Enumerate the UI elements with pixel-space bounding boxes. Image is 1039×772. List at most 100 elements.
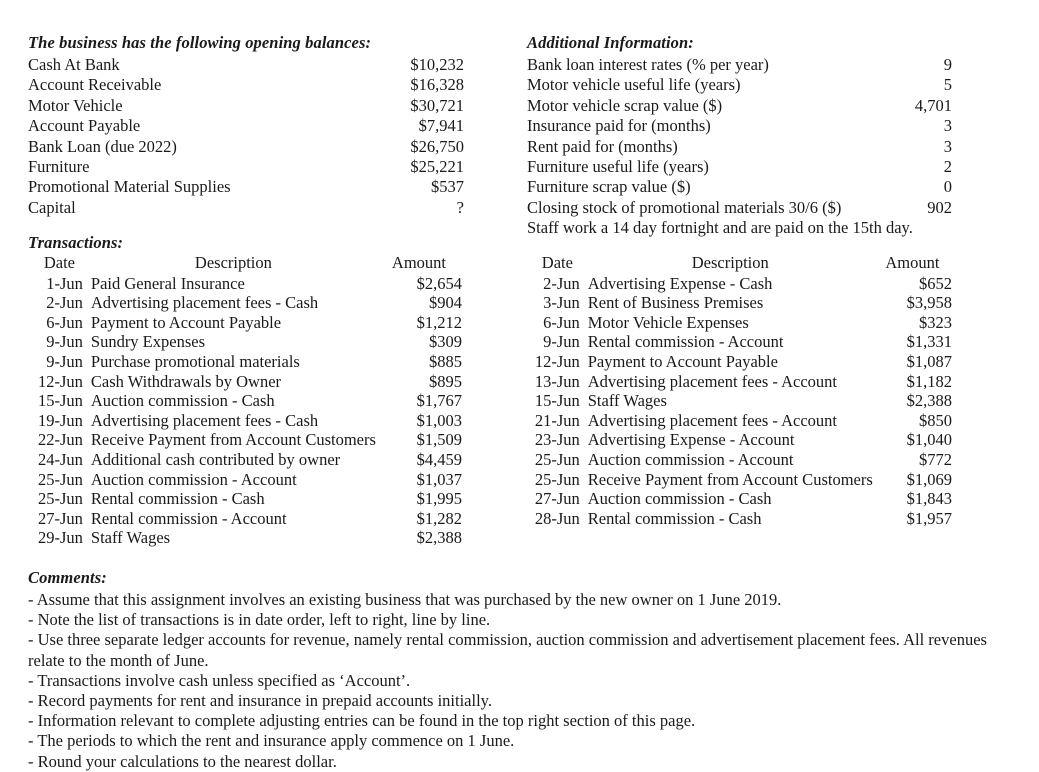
opening-balance-row-label: Cash At Bank: [28, 55, 120, 74]
cell-amount: $1,003: [416, 410, 462, 430]
comment-line: - Round your calculations to the nearest…: [28, 751, 337, 771]
additional-info-row-label: Furniture scrap value ($): [527, 177, 691, 197]
comments-list: - Assume that this assignment involves a…: [28, 590, 1003, 772]
table-row: 25-Jun Receive Payment from Account Custo…: [527, 470, 952, 490]
opening-balance-row-value: $10,232: [410, 55, 464, 74]
table-row: 9-Jun Rental commission - Account $1,331: [527, 332, 952, 352]
cell-description: Rental commission - Account: [90, 508, 287, 528]
comment-line: - Use three separate ledger accounts for…: [28, 630, 987, 670]
cell-date: 28-Jun: [534, 508, 580, 528]
cell-date: 19-Jun: [37, 410, 83, 430]
cell-amount: $3,958: [906, 293, 952, 313]
opening-balance-row-label: Promotional Material Supplies: [28, 177, 231, 197]
comment-line: - The periods to which the rent and insu…: [28, 731, 515, 751]
table-row: 15-Jun Auction commission - Cash $1,767: [28, 391, 462, 411]
additional-information-note: Staff work a 14 day fortnight and are pa…: [527, 218, 913, 238]
column-header-description: Description: [691, 253, 769, 272]
transactions-left-header: Date Description Amount: [28, 253, 462, 274]
cell-date: 15-Jun: [534, 391, 580, 411]
cell-amount: $323: [919, 312, 952, 332]
cell-amount: $309: [429, 332, 462, 352]
column-header-amount: Amount: [885, 253, 940, 272]
cell-amount: $2,654: [416, 273, 462, 293]
cell-description: Advertising placement fees - Cash: [90, 293, 319, 313]
cell-description: Rental commission - Cash: [587, 508, 762, 528]
table-row: 9-Jun Sundry Expenses $309: [28, 332, 462, 352]
cell-amount: $850: [919, 410, 952, 430]
opening-balance-row-value: $26,750: [410, 136, 464, 156]
additional-info-row-label: Motor vehicle useful life (years): [527, 75, 741, 95]
cell-date: 29-Jun: [37, 528, 83, 548]
opening-balance-row: Capital?: [28, 198, 464, 218]
comments-section: Comments: - Assume that this assignment …: [28, 568, 1003, 772]
cell-description: Rental commission - Cash: [90, 489, 265, 509]
additional-info-row-value: 3: [943, 116, 952, 136]
additional-info-row-value: 4,701: [914, 95, 952, 115]
opening-balance-row-label: Capital: [28, 197, 76, 217]
additional-info-row: Furniture scrap value ($) 0: [527, 177, 952, 197]
cell-amount: $1,069: [906, 469, 952, 489]
opening-balance-row-label: Motor Vehicle: [28, 95, 123, 115]
additional-info-row-value: 902: [927, 197, 952, 217]
cell-amount: $1,957: [906, 508, 952, 528]
additional-info-row-value: 5: [943, 75, 952, 95]
table-row: 23-Jun Advertising Expense - Account $1,04…: [527, 430, 952, 450]
additional-information-list: Bank loan interest rates (% per year) 9 Mo…: [527, 55, 952, 218]
cell-description: Staff Wages: [90, 528, 171, 548]
additional-info-row-label: Furniture useful life (years): [527, 157, 709, 177]
cell-date: 1-Jun: [46, 273, 83, 293]
comment-line: - Assume that this assignment involves a…: [28, 590, 782, 609]
column-header-amount: Amount: [391, 253, 446, 272]
cell-date: 27-Jun: [534, 489, 580, 509]
cell-amount: $1,509: [416, 430, 462, 450]
additional-info-row: Closing stock of promotional materials 3…: [527, 198, 952, 218]
cell-description: Advertising placement fees - Account: [587, 371, 837, 391]
opening-balance-row-value: $537: [431, 177, 464, 197]
comments-heading: Comments:: [28, 568, 107, 587]
cell-amount: $1,040: [906, 430, 952, 450]
additional-info-row: Motor vehicle useful life (years) 5: [527, 75, 952, 95]
opening-balance-row-value: $16,328: [410, 75, 464, 95]
cell-description: Advertising Expense - Account: [587, 430, 795, 450]
cell-amount: $1,212: [416, 312, 462, 332]
cell-date: 25-Jun: [534, 449, 580, 469]
table-row: 27-Jun Rental commission - Account $1,282: [28, 509, 462, 529]
cell-date: 2-Jun: [543, 273, 580, 293]
cell-description: Cash Withdrawals by Owner: [90, 371, 282, 391]
opening-balance-row-label: Bank Loan (due 2022): [28, 136, 177, 156]
opening-balance-row-value: $7,941: [418, 116, 464, 136]
opening-balance-row: Cash At Bank $10,232: [28, 55, 464, 75]
cell-date: 22-Jun: [37, 430, 83, 450]
cell-amount: $1,182: [906, 371, 952, 391]
additional-info-row: Furniture useful life (years) 2: [527, 157, 952, 177]
opening-balance-row-label: Account Receivable: [28, 75, 162, 95]
opening-balance-row-value: $25,221: [410, 157, 464, 177]
opening-balance-row: Furniture $25,221: [28, 157, 464, 177]
cell-description: Receive Payment from Account Customers: [587, 469, 873, 489]
opening-balance-row: Account Receivable $16,328: [28, 75, 464, 95]
cell-description: Purchase promotional materials: [90, 351, 300, 371]
comment-line: - Note the list of transactions is in da…: [28, 610, 491, 630]
cell-amount: $1,767: [416, 391, 462, 411]
opening-balance-row: Bank Loan (due 2022) $26,750: [28, 137, 464, 157]
cell-amount: $885: [429, 351, 462, 371]
cell-date: 9-Jun: [46, 351, 83, 371]
cell-date: 27-Jun: [37, 508, 83, 528]
cell-amount: $772: [919, 449, 952, 469]
additional-info-row-value: 2: [943, 157, 952, 177]
table-row: 25-Jun Auction commission - Account $772: [527, 450, 952, 470]
cell-date: 12-Jun: [37, 371, 83, 391]
document-page: The business has the following opening b…: [0, 0, 1039, 771]
cell-date: 21-Jun: [534, 410, 580, 430]
cell-amount: $904: [429, 293, 462, 313]
cell-date: 2-Jun: [46, 293, 83, 313]
table-row: 9-Jun Purchase promotional materials $885: [28, 352, 462, 372]
cell-description: Rent of Business Premises: [587, 293, 764, 313]
additional-information-heading: Additional Information:: [527, 33, 694, 52]
table-header-row: Date Description Amount: [28, 253, 462, 274]
cell-amount: $1,037: [416, 469, 462, 489]
cell-date: 25-Jun: [37, 489, 83, 509]
cell-description: Advertising Expense - Cash: [587, 273, 773, 293]
cell-description: Rental commission - Account: [587, 332, 784, 352]
cell-description: Auction commission - Account: [90, 469, 297, 489]
